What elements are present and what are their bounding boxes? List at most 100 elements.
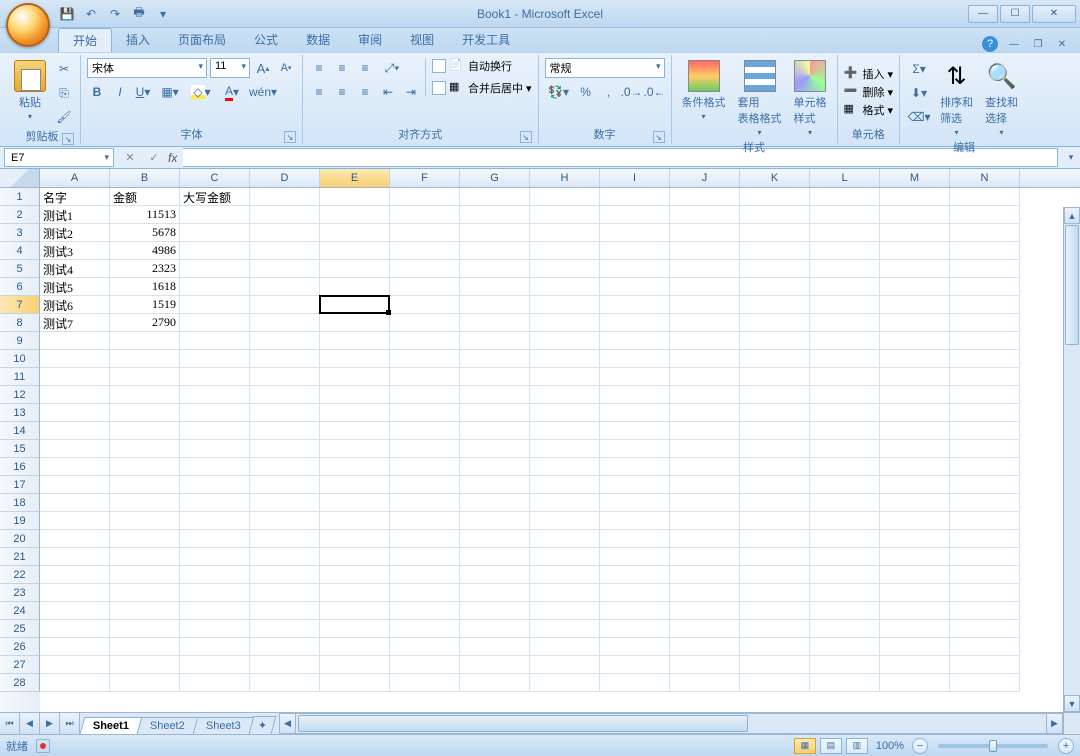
cell[interactable]: [810, 314, 880, 332]
align-bottom-icon[interactable]: ≡: [355, 58, 375, 78]
cell[interactable]: 测试3: [40, 242, 110, 260]
cell[interactable]: [880, 548, 950, 566]
cell[interactable]: [390, 638, 460, 656]
cell[interactable]: [810, 530, 880, 548]
cell[interactable]: [40, 548, 110, 566]
cell[interactable]: [460, 602, 530, 620]
cell[interactable]: 1618: [110, 278, 180, 296]
cell[interactable]: [180, 440, 250, 458]
cell[interactable]: [320, 584, 390, 602]
cell[interactable]: [810, 620, 880, 638]
cell[interactable]: [460, 656, 530, 674]
cell[interactable]: [110, 512, 180, 530]
copy-icon[interactable]: ⎘: [54, 83, 74, 103]
cell[interactable]: [390, 386, 460, 404]
cell[interactable]: [670, 440, 740, 458]
column-header[interactable]: E: [320, 169, 390, 187]
cell[interactable]: [320, 404, 390, 422]
cell[interactable]: [530, 422, 600, 440]
cell[interactable]: [740, 530, 810, 548]
sheet-tab[interactable]: Sheet1: [80, 717, 143, 734]
ribbon-tab-7[interactable]: 开发工具: [448, 28, 524, 52]
cell[interactable]: [950, 404, 1020, 422]
align-right-icon[interactable]: ≡: [355, 82, 375, 102]
ribbon-tab-5[interactable]: 审阅: [344, 28, 396, 52]
delete-cells-button[interactable]: ➖删除 ▾: [844, 84, 894, 100]
cell[interactable]: 大写金额: [180, 188, 250, 206]
cell[interactable]: 5678: [110, 224, 180, 242]
cell[interactable]: [460, 404, 530, 422]
cell[interactable]: [110, 404, 180, 422]
cell[interactable]: [600, 656, 670, 674]
cell[interactable]: [950, 566, 1020, 584]
cell[interactable]: [250, 476, 320, 494]
cell[interactable]: [880, 638, 950, 656]
font-name-combo[interactable]: 宋体: [87, 58, 207, 78]
cell[interactable]: [880, 278, 950, 296]
cell[interactable]: [530, 278, 600, 296]
cell[interactable]: [390, 350, 460, 368]
format-as-table-button[interactable]: 套用 表格格式▾: [734, 58, 786, 139]
cell[interactable]: [670, 512, 740, 530]
cell[interactable]: [600, 440, 670, 458]
cell[interactable]: [670, 620, 740, 638]
scroll-right-icon[interactable]: ▶: [1046, 713, 1063, 734]
cell[interactable]: [40, 620, 110, 638]
cell[interactable]: [600, 548, 670, 566]
cell[interactable]: [180, 260, 250, 278]
print-icon[interactable]: 🖶: [130, 5, 148, 23]
cell[interactable]: [670, 458, 740, 476]
cell[interactable]: [320, 602, 390, 620]
cell[interactable]: [180, 548, 250, 566]
undo-icon[interactable]: ↶: [82, 5, 100, 23]
orientation-button[interactable]: ⤢▾: [378, 58, 406, 78]
cell[interactable]: [740, 638, 810, 656]
cell[interactable]: [740, 314, 810, 332]
cell[interactable]: [250, 440, 320, 458]
cell[interactable]: [180, 602, 250, 620]
name-box[interactable]: E7: [4, 148, 114, 167]
cell[interactable]: [460, 260, 530, 278]
cell[interactable]: [250, 674, 320, 692]
cells-area[interactable]: 名字金额大写金额测试111513测试25678测试34986测试42323测试5…: [40, 188, 1080, 712]
cell[interactable]: [880, 476, 950, 494]
row-header[interactable]: 7: [0, 296, 40, 314]
column-header[interactable]: C: [180, 169, 250, 187]
increase-decimal-button[interactable]: .0→: [622, 82, 642, 102]
cell[interactable]: [880, 260, 950, 278]
cell[interactable]: 名字: [40, 188, 110, 206]
cell[interactable]: [40, 368, 110, 386]
comma-button[interactable]: ,: [599, 82, 619, 102]
workbook-restore-button[interactable]: ❐: [1030, 37, 1046, 51]
cell[interactable]: [600, 512, 670, 530]
cell[interactable]: [740, 188, 810, 206]
cell[interactable]: [530, 638, 600, 656]
cell[interactable]: [250, 656, 320, 674]
cell[interactable]: 金额: [110, 188, 180, 206]
new-sheet-button[interactable]: ✦: [248, 716, 276, 734]
cell[interactable]: [530, 656, 600, 674]
cell[interactable]: [880, 206, 950, 224]
cell[interactable]: [180, 314, 250, 332]
cell[interactable]: [40, 638, 110, 656]
cell[interactable]: [600, 584, 670, 602]
cell[interactable]: [250, 386, 320, 404]
cell[interactable]: [250, 206, 320, 224]
cell[interactable]: [320, 458, 390, 476]
cell[interactable]: [880, 458, 950, 476]
cell[interactable]: [670, 350, 740, 368]
cell[interactable]: [600, 476, 670, 494]
cell[interactable]: [670, 404, 740, 422]
cell[interactable]: [950, 368, 1020, 386]
cell[interactable]: [320, 332, 390, 350]
cell[interactable]: [810, 188, 880, 206]
cell[interactable]: [40, 656, 110, 674]
row-header[interactable]: 16: [0, 458, 40, 476]
cell[interactable]: [950, 386, 1020, 404]
cell[interactable]: [390, 206, 460, 224]
cell[interactable]: [740, 656, 810, 674]
cell[interactable]: [320, 242, 390, 260]
cell[interactable]: [880, 350, 950, 368]
cell[interactable]: [460, 332, 530, 350]
ribbon-tab-6[interactable]: 视图: [396, 28, 448, 52]
